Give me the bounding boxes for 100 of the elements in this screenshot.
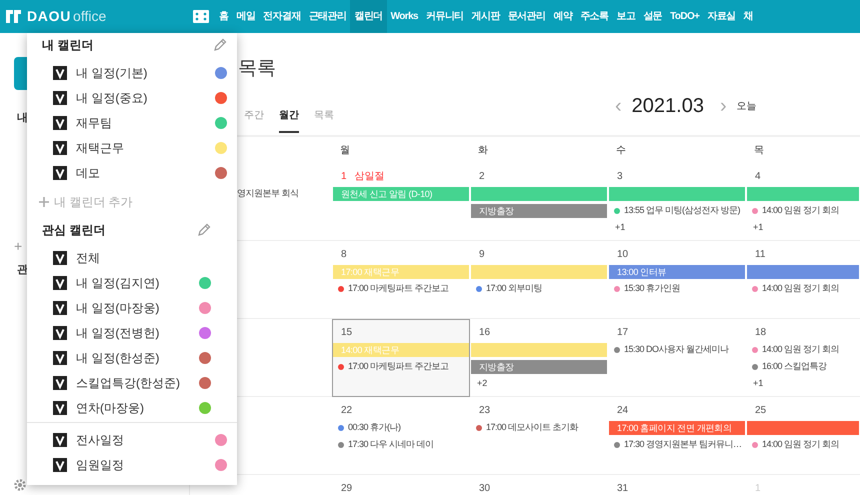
day-cell[interactable]: 15 14:00 재택근무 17:00 마케팅파트 주간보고 — [332, 319, 470, 397]
day-cell[interactable]: 31 — [608, 475, 746, 495]
day-cell[interactable]: 30 — [470, 475, 608, 495]
calendar-group-title: 내 캘린더 — [42, 37, 94, 54]
calendar-name[interactable]: 내 일정(한성준) — [76, 348, 199, 366]
add-icon — [39, 196, 49, 206]
checkbox[interactable] — [53, 458, 67, 472]
event-text[interactable]: 13:55 업무 미팅(삼성전자 방문) — [624, 204, 740, 218]
settings-icon — [14, 479, 26, 491]
more-link[interactable]: +2 — [477, 377, 488, 391]
checkbox[interactable] — [53, 250, 67, 264]
event-text[interactable]: 14:00 임원 정기 회의 — [762, 438, 840, 452]
event-text[interactable]: 17:30 경영지원본부 팀커뮤니… — [624, 438, 742, 452]
event-text[interactable]: 14:00 임원 정기 회의 — [762, 343, 840, 357]
checkbox[interactable] — [53, 326, 67, 340]
event-text[interactable]: 14:00 임원 정기 회의 — [762, 282, 840, 296]
calendar-name[interactable]: 전사일정 — [76, 430, 215, 448]
day-cell[interactable]: 22 00:30 휴가(나) 17:30 다우 시네마 데이 — [332, 397, 470, 475]
day-cell[interactable]: 23 17:00 데모사이트 초기화 — [470, 397, 608, 475]
checkbox[interactable] — [53, 116, 67, 130]
day-number: 16 — [479, 326, 490, 340]
checkbox[interactable] — [53, 350, 67, 364]
calendar-name[interactable]: 내 일정(김지연) — [76, 274, 199, 292]
checkbox[interactable] — [53, 276, 67, 290]
calendar-name[interactable]: 재무팀 — [76, 114, 215, 132]
calendar-name[interactable]: 전체 — [76, 248, 211, 266]
checkbox[interactable] — [53, 66, 67, 80]
holiday-name: 삼일절 — [354, 170, 385, 184]
checkbox[interactable] — [53, 140, 67, 154]
day-number: 17 — [617, 326, 628, 340]
sidebar-section-title: 내 — [17, 111, 28, 126]
event-text[interactable]: 14:00 임원 정기 회의 — [762, 204, 840, 218]
weekday-header: 수 — [615, 144, 627, 158]
more-link[interactable]: +1 — [615, 221, 626, 235]
edit-pencil-icon[interactable] — [213, 38, 227, 52]
weekday-header: 목 — [753, 144, 765, 158]
event-text[interactable]: 15:30 DO사용자 월간세미나 — [624, 343, 729, 357]
event-text[interactable]: 17:00 마케팅파트 주간보고 — [348, 282, 449, 296]
event-text[interactable]: 17:30 다우 시네마 데이 — [348, 438, 434, 452]
view-tab[interactable]: 월간 — [279, 108, 299, 133]
event-text[interactable]: 15:30 휴가인원 — [624, 282, 680, 296]
day-cell[interactable]: 25 14:00 임원 정기 회의 — [746, 397, 860, 475]
day-number: 31 — [617, 482, 628, 495]
period-label: 2021.03 — [632, 94, 704, 119]
edit-pencil-icon[interactable] — [197, 223, 211, 237]
day-cell[interactable]: 8 17:00 재택근무 17:00 마케팅파트 주간보고 — [332, 241, 470, 319]
day-number: 1 — [341, 170, 347, 184]
day-cell[interactable]: 16 지방출장 +2 — [470, 319, 608, 397]
checkbox[interactable] — [53, 90, 67, 104]
day-number: 2 — [479, 170, 485, 184]
calendar-name[interactable]: 내 일정(기본) — [76, 64, 215, 82]
event-text[interactable]: 17:00 데모사이트 초기화 — [486, 421, 578, 435]
day-cell[interactable]: 29 — [332, 475, 470, 495]
checkbox[interactable] — [53, 432, 67, 446]
more-link[interactable]: +1 — [753, 221, 764, 235]
calendar-name[interactable]: 연차(마장웅) — [76, 398, 199, 416]
checkbox[interactable] — [53, 376, 67, 390]
more-link[interactable]: +1 — [753, 377, 764, 391]
day-cell[interactable]: 11 14:00 임원 정기 회의 — [746, 241, 860, 319]
event-text[interactable]: 17:00 외부미팅 — [486, 282, 542, 296]
calendar-group-title: 관심 캘린더 — [42, 222, 106, 239]
day-number: 8 — [341, 248, 347, 262]
apps-grid-icon[interactable] — [193, 10, 209, 23]
day-cell[interactable]: 24 17:00 홈페이지 전면 개편회의 17:30 경영지원본부 팀커뮤니… — [608, 397, 746, 475]
weekday-header: 화 — [477, 144, 489, 158]
calendar-name[interactable]: 데모 — [76, 164, 215, 182]
day-number: 30 — [479, 482, 490, 495]
day-cell[interactable]: 1 삼일절 원천세 신고 알림 (D-10) — [332, 163, 470, 241]
day-number: 18 — [755, 326, 766, 340]
calendar-name[interactable]: 내 일정(마장웅) — [76, 298, 199, 316]
nav-menu-item[interactable]: 캘린더 — [350, 0, 387, 33]
checkbox[interactable] — [53, 300, 67, 314]
event-text[interactable]: 16:00 스킬업특강 — [762, 360, 827, 374]
day-number: 4 — [755, 170, 761, 184]
day-number: 24 — [617, 404, 628, 418]
calendar-name[interactable]: 임원일정 — [76, 456, 215, 474]
day-cell[interactable]: 3 13:55 업무 미팅(삼성전자 방문) +1 — [608, 163, 746, 241]
calendar-name[interactable]: 스킬업특강(한성준) — [76, 374, 199, 392]
weekday-header: 월 — [339, 144, 351, 158]
day-cell[interactable]: 17 15:30 DO사용자 월간세미나 — [608, 319, 746, 397]
event-text[interactable]: 00:30 휴가(나) — [348, 421, 401, 435]
event-text[interactable]: 영지원본부 회식 — [237, 187, 299, 201]
day-cell[interactable]: 9 17:00 외부미팅 — [470, 241, 608, 319]
calendar-name[interactable]: 내 일정(전병헌) — [76, 324, 199, 342]
event-text[interactable]: 17:00 마케팅파트 주간보고 — [348, 360, 449, 374]
sidebar-section-title: 관 — [17, 263, 28, 278]
logo-icon — [5, 9, 22, 24]
calendar-name[interactable]: 내 일정(중요) — [76, 88, 215, 106]
calendar-name[interactable]: 재택근무 — [76, 138, 215, 156]
today-button[interactable]: 오늘 — [736, 98, 757, 114]
logo-text: office — [73, 7, 106, 26]
checkbox[interactable] — [53, 166, 67, 180]
day-cell[interactable]: 10 13:00 인터뷰 15:30 휴가인원 — [608, 241, 746, 319]
day-cell[interactable]: 4 14:00 임원 정기 회의 +1 — [746, 163, 860, 241]
day-cell[interactable]: 18 14:00 임원 정기 회의 16:00 스킬업특강 +1 — [746, 319, 860, 397]
day-number: 10 — [617, 248, 628, 262]
logo-text: DAOU — [27, 7, 72, 26]
checkbox[interactable] — [53, 400, 67, 414]
page-title: 목록 — [238, 57, 276, 81]
day-number: 11 — [755, 248, 766, 262]
